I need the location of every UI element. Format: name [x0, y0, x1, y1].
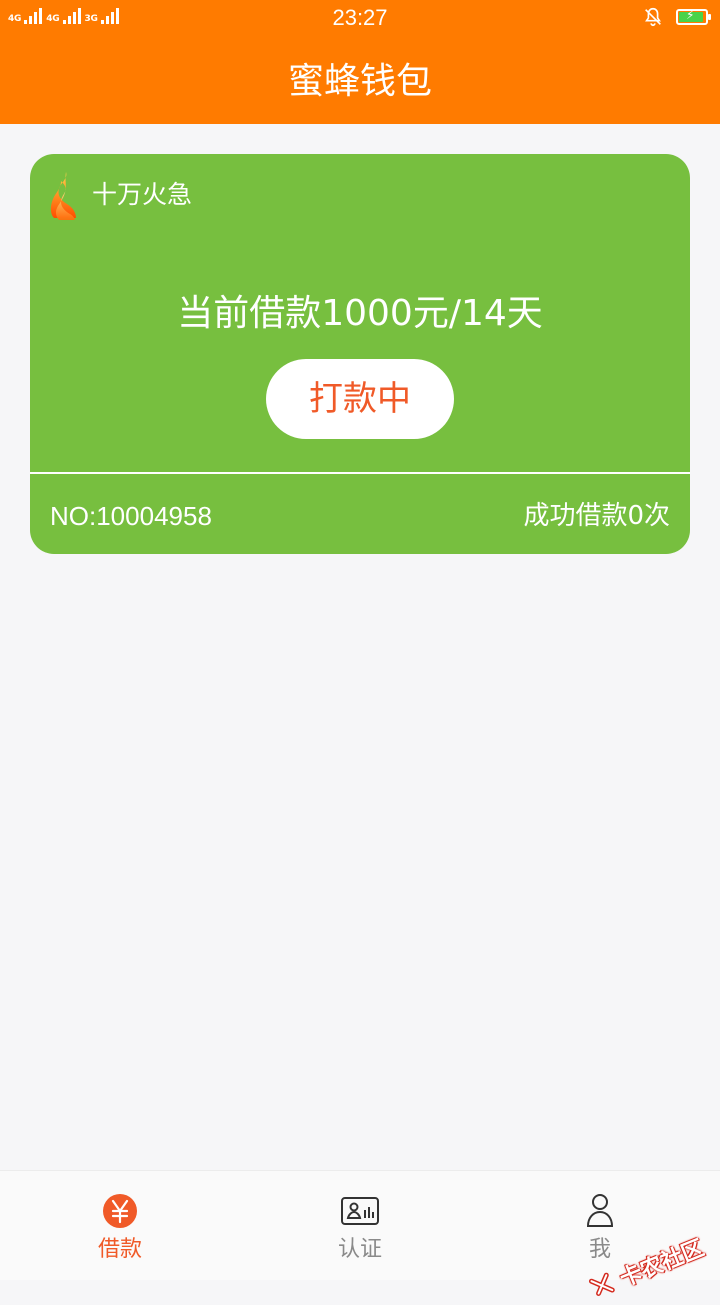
yuan-icon — [103, 1194, 137, 1228]
tab-loan-label: 借款 — [97, 1237, 142, 1262]
loan-summary: 当前借款1000元/14天 — [177, 293, 543, 334]
page-title: 蜜蜂钱包 — [287, 61, 432, 102]
success-count: 成功借款0次 — [523, 501, 670, 531]
bottom-tab-bar: 借款 认证 我 卡农社区 — [0, 1170, 720, 1296]
tab-verify-label: 认证 — [337, 1237, 382, 1262]
tab-verify[interactable]: 认证 — [240, 1171, 480, 1281]
loan-card: 十万火急 当前借款1000元/14天 打款中 NO:10004958 成功借款0… — [30, 154, 690, 554]
person-icon — [586, 1194, 614, 1227]
urgent-tag: 十万火急 — [48, 170, 192, 220]
flame-icon — [50, 172, 76, 220]
urgent-label: 十万火急 — [92, 180, 193, 209]
tab-loan[interactable]: 借款 — [0, 1171, 240, 1281]
loan-number: NO:10004958 — [50, 501, 212, 531]
top-header: 4G 4G 3G 23:27 ⚡ 蜜蜂钱包 — [0, 0, 720, 124]
status-time: 23:27 — [332, 5, 388, 30]
id-card-icon — [341, 1197, 379, 1225]
bolt-icon: ⚡ — [686, 8, 695, 22]
watermark-logo-icon — [588, 1272, 615, 1296]
battery-charging-icon: ⚡ — [676, 8, 711, 25]
card-divider — [30, 472, 690, 474]
status-bar: 4G 4G 3G 23:27 ⚡ — [0, 0, 720, 36]
payment-status-button[interactable]: 打款中 — [266, 359, 454, 439]
status-right-icons: ⚡ — [642, 6, 711, 28]
bell-off-icon — [645, 7, 661, 27]
